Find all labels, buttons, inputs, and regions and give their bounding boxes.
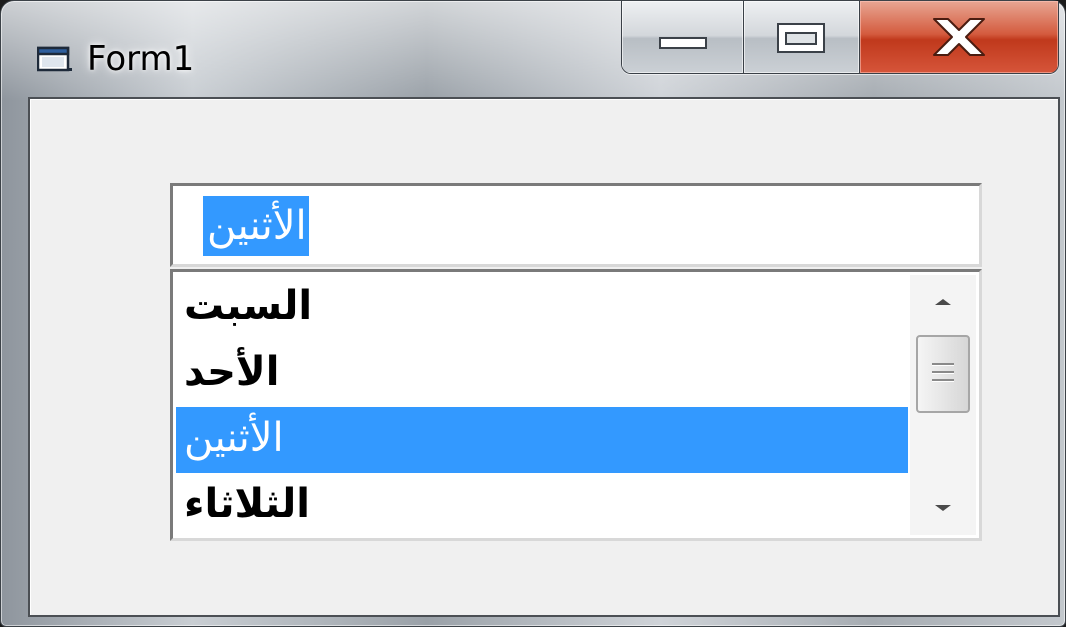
list-item-label: الأحد — [184, 349, 280, 395]
list-item-label: الأثنين — [184, 415, 284, 461]
maximize-icon — [777, 23, 825, 53]
grip-line — [932, 379, 954, 381]
list-item-label: السبت — [184, 283, 313, 329]
form-window-icon — [37, 46, 72, 72]
scroll-thumb[interactable] — [916, 335, 970, 413]
grip-line — [932, 363, 954, 365]
form1-window: Form1 الأثنين السبت الأحد الأثنين الثلاث… — [0, 0, 1066, 627]
list-item[interactable]: الأحد — [176, 341, 908, 407]
combo-selected-text: الأثنين — [203, 196, 309, 256]
close-button[interactable] — [860, 1, 1058, 73]
combo-text-input[interactable]: الأثنين — [170, 183, 982, 267]
minimize-button[interactable] — [622, 1, 744, 73]
title-bar[interactable]: Form1 — [1, 1, 1065, 97]
form-client-area: الأثنين السبت الأحد الأثنين الثلاثاء — [28, 97, 1060, 617]
vertical-scrollbar[interactable] — [910, 275, 976, 535]
list-item-label: الثلاثاء — [184, 481, 310, 527]
list-item[interactable]: الثلاثاء — [176, 473, 908, 539]
caption-buttons — [621, 1, 1059, 74]
list-item[interactable]: السبت — [176, 275, 908, 341]
close-icon — [933, 18, 985, 56]
list-item-selected[interactable]: الأثنين — [176, 407, 908, 473]
window-title: Form1 — [87, 39, 195, 79]
scroll-up-arrow-icon[interactable] — [910, 275, 976, 331]
scroll-down-arrow-icon[interactable] — [910, 479, 976, 535]
days-listbox[interactable]: السبت الأحد الأثنين الثلاثاء — [170, 269, 982, 541]
grip-line — [932, 371, 954, 373]
maximize-button[interactable] — [744, 1, 860, 73]
minimize-icon — [659, 37, 707, 49]
